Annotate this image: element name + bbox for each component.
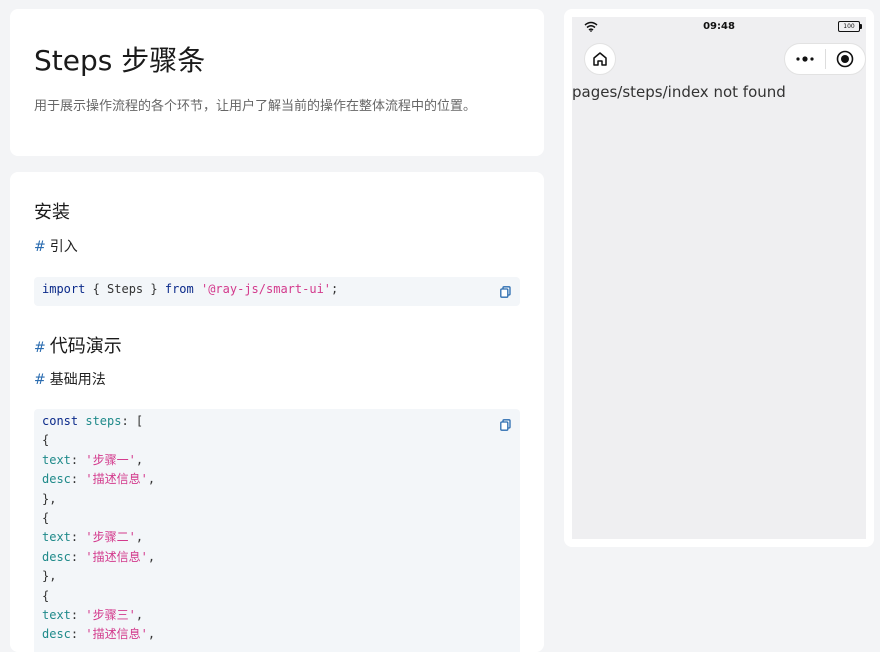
copy-icon[interactable]: [500, 286, 511, 298]
phone-screen: 09:48 100 pages/steps/index not found: [572, 17, 866, 539]
install-heading: 安装: [34, 202, 70, 223]
more-icon[interactable]: [795, 52, 815, 66]
page-description: 用于展示操作流程的各个环节，让用户了解当前的操作在整体流程中的位置。: [34, 99, 477, 114]
home-icon: [593, 52, 607, 66]
anchor-link[interactable]: #: [34, 372, 46, 388]
import-code-line: import { Steps } from '@ray-js/smart-ui'…: [42, 282, 339, 296]
capsule-divider: [825, 49, 826, 69]
record-icon[interactable]: [836, 50, 854, 68]
phone-preview-card: 09:48 100 pages/steps/index not found: [564, 9, 874, 547]
docs-card: 安装 # 引入 import { Steps } from '@ray-js/sm…: [10, 172, 544, 652]
home-button[interactable]: [584, 43, 616, 75]
not-found-message: pages/steps/index not found: [572, 83, 786, 101]
demo-heading: # 代码演示: [34, 336, 122, 357]
import-heading: # 引入: [34, 239, 78, 255]
page-title: Steps 步骤条: [34, 44, 206, 77]
import-code-block: import { Steps } from '@ray-js/smart-ui'…: [34, 277, 520, 306]
anchor-link[interactable]: #: [34, 239, 46, 255]
status-time: 09:48: [703, 21, 735, 32]
demo-code-lines: const steps: [ { text: '步骤一', desc: '描述信…: [42, 414, 156, 642]
demo-code-block: const steps: [ { text: '步骤一', desc: '描述信…: [34, 409, 520, 652]
capsule-menu: [784, 43, 866, 75]
basic-usage-heading: # 基础用法: [34, 372, 106, 388]
copy-icon[interactable]: [500, 419, 511, 431]
anchor-link[interactable]: #: [34, 340, 46, 356]
intro-card: Steps 步骤条 用于展示操作流程的各个环节，让用户了解当前的操作在整体流程中…: [10, 9, 544, 156]
battery-icon: 100: [838, 21, 862, 32]
